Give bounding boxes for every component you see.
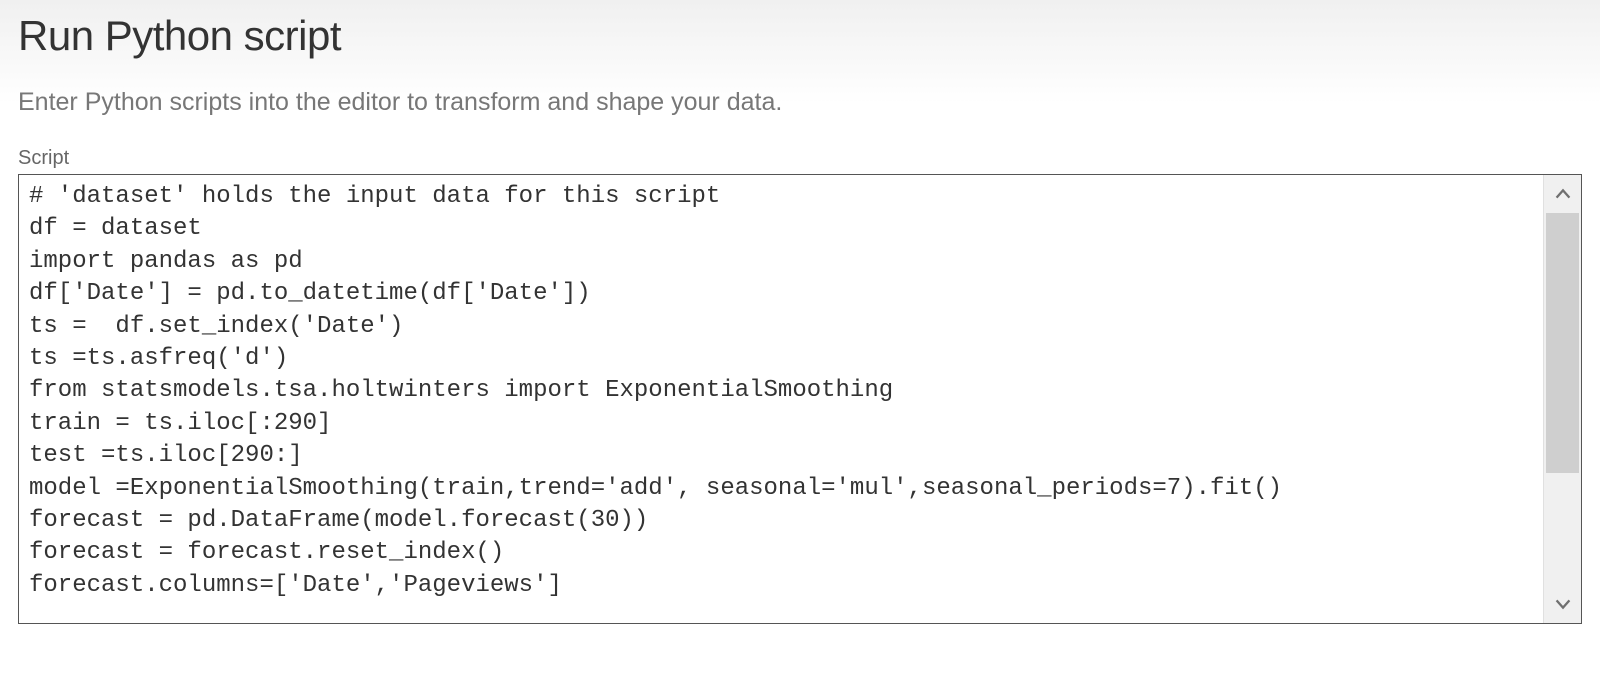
run-python-script-dialog: Run Python script Enter Python scripts i… [0, 0, 1600, 624]
dialog-title: Run Python script [18, 12, 1582, 60]
scroll-up-arrow-icon[interactable] [1544, 175, 1581, 213]
script-editor-wrapper [18, 174, 1582, 624]
dialog-subtitle: Enter Python scripts into the editor to … [18, 88, 1582, 117]
scroll-down-arrow-icon[interactable] [1544, 585, 1581, 623]
script-label: Script [18, 147, 1582, 170]
scroll-track[interactable] [1544, 213, 1581, 585]
script-editor[interactable] [19, 175, 1543, 623]
scroll-thumb[interactable] [1546, 213, 1579, 473]
vertical-scrollbar[interactable] [1543, 175, 1581, 623]
